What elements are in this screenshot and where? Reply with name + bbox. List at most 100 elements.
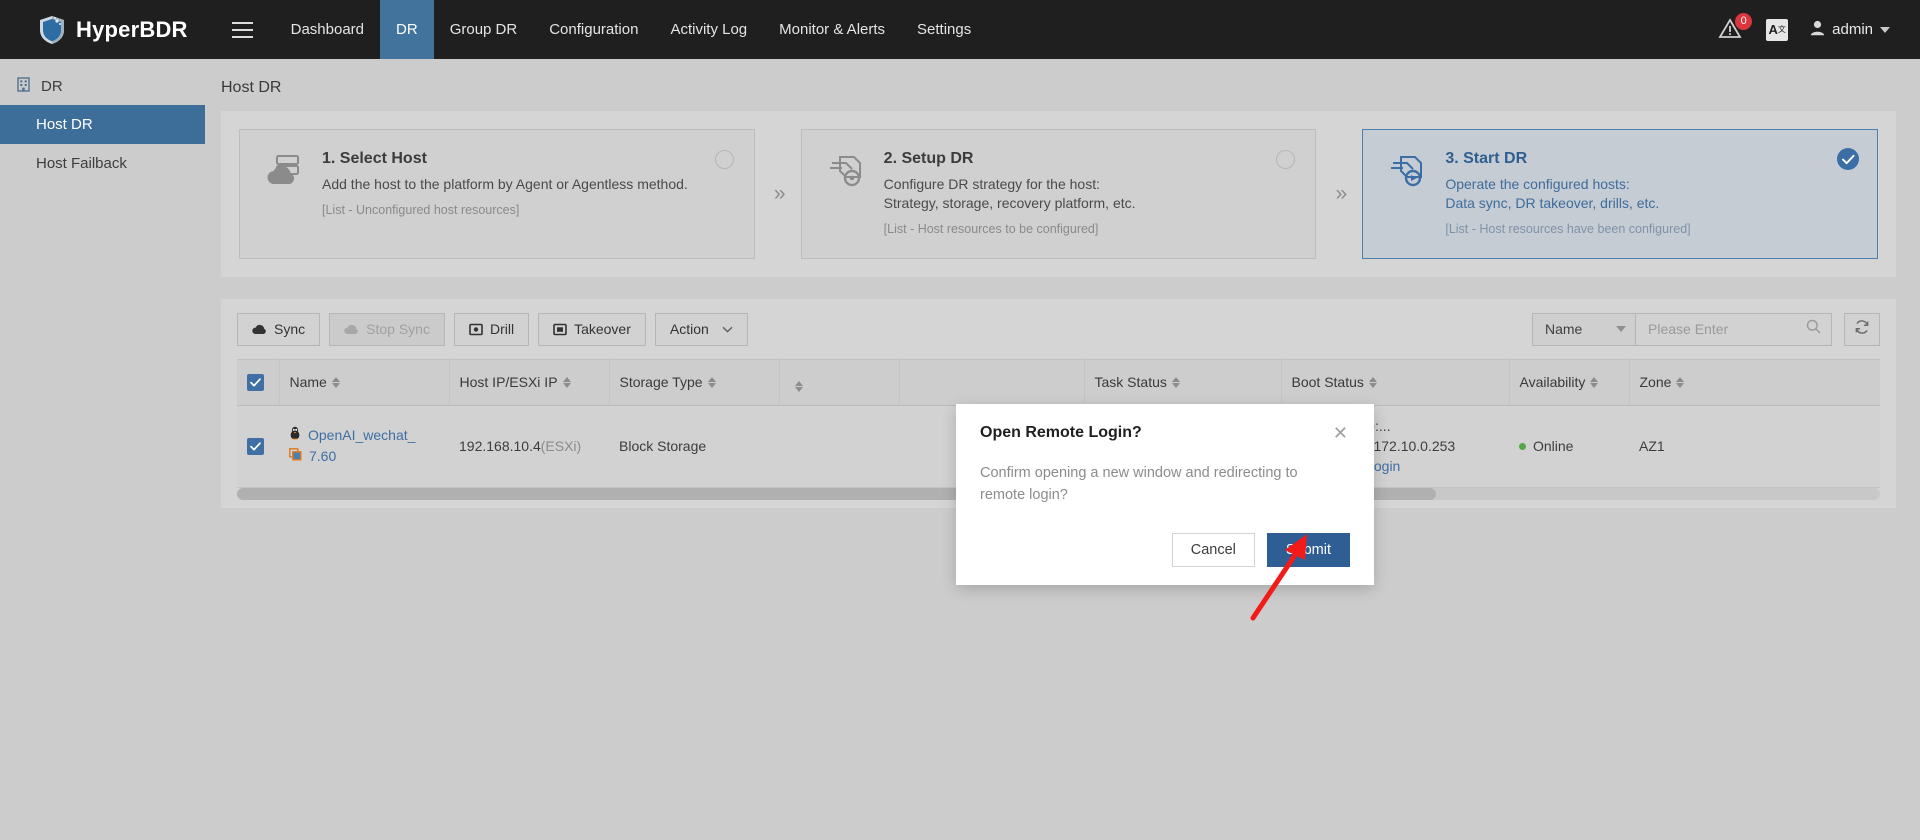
cell-storage-type: Block Storage	[609, 405, 779, 488]
sort-icon[interactable]	[1171, 376, 1180, 388]
chevron-down-icon	[1616, 326, 1626, 333]
host-name-link[interactable]: OpenAI_wechat_	[308, 425, 415, 446]
filter-field-select[interactable]: Name	[1532, 312, 1636, 346]
box-gear-icon	[824, 150, 866, 236]
sidebar-group-label: DR	[41, 77, 63, 95]
host-ip-value: 192.168.10.4	[459, 438, 541, 455]
table-toolbar: Sync Stop Sync Drill Takeover Action Nam…	[237, 312, 1880, 346]
modal-header: Open Remote Login? ✕	[980, 424, 1350, 442]
sidebar-item-host-failback[interactable]: Host Failback	[0, 144, 205, 183]
stop-sync-button[interactable]: Stop Sync	[329, 312, 445, 346]
nav-item-group-dr[interactable]: Group DR	[434, 0, 534, 59]
sort-icon[interactable]	[1590, 376, 1599, 388]
sort-icon[interactable]	[707, 376, 716, 388]
takeover-label: Takeover	[574, 321, 631, 338]
column-label: Boot Status	[1291, 374, 1364, 391]
close-icon[interactable]: ✕	[1331, 424, 1350, 442]
cloud-stop-icon	[344, 323, 359, 335]
takeover-box-icon	[553, 323, 567, 336]
brand-name: HyperBDR	[76, 16, 188, 42]
column-header-host-ip[interactable]: Host IP/ESXi IP	[449, 358, 610, 406]
brand-logo-area[interactable]: HyperBDR	[0, 0, 210, 59]
step-note: [List - Host resources have been configu…	[1445, 221, 1691, 236]
cloud-upload-icon	[252, 323, 267, 335]
column-header-availability[interactable]: Availability	[1509, 358, 1630, 406]
nav-item-dr[interactable]: DR	[380, 0, 434, 59]
primary-nav: Dashboard DR Group DR Configuration Acti…	[275, 0, 988, 59]
alert-warning-icon[interactable]: 0	[1718, 12, 1753, 43]
vmware-icon	[289, 446, 302, 467]
column-label: Host IP/ESXi IP	[459, 374, 558, 391]
cell-zone: AZ1	[1629, 405, 1880, 488]
step-complete-check-icon	[1837, 148, 1860, 170]
step-title: 2. Setup DR	[883, 150, 974, 167]
host-ip-suffix: (ESXi)	[540, 438, 582, 455]
nav-item-configuration[interactable]: Configuration	[533, 0, 654, 59]
hamburger-icon[interactable]	[210, 0, 275, 59]
sync-label: Sync	[274, 321, 306, 338]
cell-host-ip: 192.168.10.4(ESXi)	[449, 405, 609, 488]
nav-item-activity-log[interactable]: Activity Log	[654, 0, 763, 59]
sort-icon[interactable]	[331, 376, 340, 388]
sort-icon[interactable]	[1368, 376, 1377, 388]
host-version-link[interactable]: 7.60	[309, 446, 336, 467]
cancel-button[interactable]: Cancel	[1171, 532, 1255, 567]
step-body: 3. Start DR Operate the configured hosts…	[1445, 150, 1855, 236]
action-dropdown-button[interactable]: Action	[654, 312, 748, 346]
sidebar-group-dr: DR	[0, 67, 205, 105]
submit-button[interactable]: Submit	[1266, 532, 1350, 567]
column-header-hidden-5[interactable]	[899, 358, 1085, 406]
language-switch-icon[interactable]: A文	[1766, 18, 1789, 41]
search-input[interactable]: Please Enter	[1636, 312, 1832, 346]
sync-button[interactable]: Sync	[237, 312, 321, 346]
chevron-down-icon	[1880, 26, 1890, 33]
modal-body-text: Confirm opening a new window and redirec…	[980, 465, 1298, 504]
takeover-button[interactable]: Takeover	[538, 312, 646, 346]
nav-right-actions: 0 A文 admin	[1718, 0, 1920, 59]
status-dot-icon	[1519, 442, 1526, 450]
step-note: [List - Unconfigured host resources]	[322, 202, 520, 217]
user-avatar-icon	[1810, 20, 1825, 40]
step-desc-line: Configure DR strategy for the host:	[883, 176, 1100, 192]
nav-item-dashboard[interactable]: Dashboard	[275, 0, 380, 59]
step-card-start-dr[interactable]: 3. Start DR Operate the configured hosts…	[1362, 129, 1879, 259]
step-card-select-host[interactable]: 1. Select Host Add the host to the platf…	[239, 129, 755, 259]
main-content: Host DR 1. Select Host Add the host to t…	[205, 59, 1920, 840]
user-menu[interactable]: admin	[1810, 20, 1890, 40]
step-desc-line: Strategy, storage, recovery platform, et…	[883, 194, 1136, 211]
language-sup: 文	[1777, 25, 1786, 34]
step-body: 2. Setup DR Configure DR strategy for th…	[884, 150, 1294, 236]
sort-icon[interactable]	[794, 380, 803, 392]
modal-title: Open Remote Login?	[980, 424, 1142, 441]
column-header-storage-type[interactable]: Storage Type	[609, 358, 780, 406]
column-header-boot-status[interactable]: Boot Status	[1281, 358, 1510, 406]
step-title: 1. Select Host	[322, 150, 427, 167]
column-label: Name	[289, 374, 327, 391]
select-all-header[interactable]	[237, 358, 280, 406]
refresh-button[interactable]	[1844, 312, 1880, 346]
nav-item-settings[interactable]: Settings	[901, 0, 987, 59]
linux-tux-icon	[289, 425, 301, 446]
table-head: Name Host IP/ESXi IP Storage Type Task S…	[237, 358, 1880, 406]
stop-sync-label: Stop Sync	[366, 321, 430, 338]
chevron-down-icon	[722, 326, 733, 333]
sort-icon[interactable]	[1676, 376, 1685, 388]
search-icon	[1806, 319, 1821, 339]
shield-logo-icon	[38, 15, 66, 45]
sidebar-item-host-dr[interactable]: Host DR	[0, 105, 205, 144]
row-select-cell[interactable]	[237, 405, 279, 488]
column-header-zone[interactable]: Zone	[1629, 358, 1880, 406]
sort-icon[interactable]	[562, 376, 571, 388]
drill-button[interactable]: Drill	[453, 312, 530, 346]
column-header-task-status[interactable]: Task Status	[1084, 358, 1282, 406]
drill-label: Drill	[489, 321, 515, 338]
step-card-setup-dr[interactable]: 2. Setup DR Configure DR strategy for th…	[800, 129, 1317, 259]
row-checkbox[interactable]	[247, 437, 264, 455]
column-header-name[interactable]: Name	[279, 358, 450, 406]
nav-item-monitor-alerts[interactable]: Monitor & Alerts	[763, 0, 901, 59]
step-desc-line: Add the host to the platform by Agent or…	[322, 176, 688, 192]
filter-field-value: Name	[1545, 321, 1583, 338]
column-header-hidden-4[interactable]	[779, 358, 900, 406]
select-all-checkbox[interactable]	[247, 373, 264, 391]
step-separator-2: »	[1335, 181, 1348, 205]
